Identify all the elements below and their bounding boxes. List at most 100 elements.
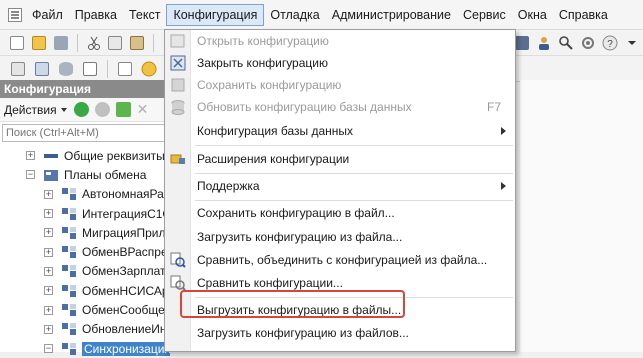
menu-help[interactable]: Справка bbox=[553, 4, 614, 26]
copy-item-icon[interactable] bbox=[115, 102, 131, 117]
new-document-icon[interactable] bbox=[9, 34, 25, 52]
menu-item-label: Сохранить конфигурацию bbox=[197, 78, 342, 92]
tree-item[interactable]: + ОбменНСИСАрх bbox=[0, 281, 170, 300]
menu-item-label: Загрузить конфигурацию из файлов... bbox=[197, 326, 409, 340]
tree-item[interactable]: + Общие реквизиты bbox=[0, 146, 170, 165]
tree-item-label: Планы обмена bbox=[64, 167, 147, 182]
menu-file[interactable]: Файл bbox=[26, 4, 69, 26]
menu-close-configuration[interactable]: Закрыть конфигурацию bbox=[165, 52, 515, 74]
tree-item-label: ОбменВРаспре bbox=[82, 245, 168, 260]
menu-support[interactable]: Поддержка bbox=[165, 175, 515, 197]
tree-item-label: ОбменНСИСАрх bbox=[82, 283, 170, 298]
highlight-annotation bbox=[180, 290, 405, 318]
menu-load-config-from-file[interactable]: Загрузить конфигурацию из файла... bbox=[165, 226, 515, 248]
copy-icon[interactable] bbox=[108, 34, 124, 52]
expand-icon[interactable]: + bbox=[44, 305, 53, 315]
expand-icon[interactable]: + bbox=[44, 324, 53, 334]
menu-db-configuration[interactable]: Конфигурация базы данных bbox=[165, 120, 515, 142]
save-icon[interactable] bbox=[53, 34, 69, 52]
panel-title: Конфигурация bbox=[0, 80, 169, 98]
menu-administration[interactable]: Администрирование bbox=[326, 4, 457, 26]
menu-item-label: Обновить конфигурацию базы данных bbox=[197, 100, 412, 114]
search-icon[interactable] bbox=[558, 34, 574, 52]
menu-open-configuration[interactable]: Открыть конфигурацию bbox=[165, 30, 515, 52]
chevron-down-icon[interactable] bbox=[60, 107, 67, 112]
tree-item[interactable]: + ИнтеграцияС1С bbox=[0, 204, 170, 223]
menu-edit[interactable]: Правка bbox=[69, 4, 123, 26]
expand-icon[interactable]: + bbox=[44, 189, 53, 199]
menu-item-label: Загрузить конфигурацию из файла... bbox=[197, 230, 403, 244]
tree-item[interactable]: + АвтономнаяРаб bbox=[0, 185, 170, 204]
tree-item[interactable]: + МиграцияПрило bbox=[0, 223, 170, 242]
menu-update-db-configuration[interactable]: Обновить конфигурацию базы данных F7 bbox=[165, 96, 515, 118]
exchange-plan-icon bbox=[61, 226, 77, 240]
menu-load-config-from-files[interactable]: Загрузить конфигурацию из файлов... bbox=[165, 322, 515, 344]
menu-save-configuration[interactable]: Сохранить конфигурацию bbox=[165, 74, 515, 96]
debug-icon[interactable] bbox=[140, 60, 158, 78]
submenu-arrow-icon bbox=[501, 182, 506, 190]
table-icon[interactable] bbox=[81, 60, 99, 78]
user-icon[interactable] bbox=[536, 34, 552, 52]
run-icon[interactable] bbox=[116, 60, 134, 78]
extensions-icon bbox=[170, 151, 186, 167]
menu-service[interactable]: Сервис bbox=[457, 4, 512, 26]
app-menu-icon[interactable] bbox=[8, 7, 22, 22]
menu-shortcut: F7 bbox=[487, 100, 502, 114]
config-tree: + Общие реквизиты − Планы обмена + Автон… bbox=[0, 146, 170, 358]
expand-icon[interactable]: + bbox=[44, 286, 53, 296]
settings-small-icon[interactable] bbox=[94, 102, 110, 117]
tree-item[interactable]: + ОбновлениеИн bbox=[0, 320, 170, 339]
open-folder-icon[interactable] bbox=[31, 34, 47, 52]
actions-dropdown[interactable]: Действия bbox=[4, 103, 57, 117]
tree-item-label: МиграцияПрило bbox=[82, 225, 170, 240]
menu-separator bbox=[195, 200, 513, 201]
workspace-area bbox=[520, 80, 643, 352]
exchange-plan-icon bbox=[61, 264, 77, 278]
tree-item[interactable]: − Планы обмена bbox=[0, 165, 170, 184]
menu-item-label: Сравнить конфигурации... bbox=[197, 276, 343, 290]
close-config-toolbar-icon[interactable] bbox=[33, 60, 51, 78]
tree-item-label: ОбновлениеИн bbox=[82, 322, 167, 337]
menu-save-config-to-file[interactable]: Сохранить конфигурацию в файл... bbox=[165, 202, 515, 224]
help-icon[interactable]: ? bbox=[602, 34, 618, 52]
toolbar-overflow-icon[interactable] bbox=[624, 34, 640, 52]
expand-icon[interactable]: + bbox=[44, 209, 53, 219]
update-database-icon bbox=[170, 99, 186, 115]
exchange-plan-icon bbox=[61, 245, 77, 259]
delete-icon[interactable]: ✕ bbox=[137, 101, 149, 118]
menu-configuration[interactable]: Конфигурация bbox=[166, 3, 265, 26]
paste-icon[interactable] bbox=[129, 34, 145, 52]
tree-item-selected[interactable]: − Синхронизация bbox=[0, 339, 170, 358]
tree-item[interactable]: + ОбменВРаспре bbox=[0, 242, 170, 261]
tree-icon[interactable] bbox=[9, 60, 27, 78]
expand-icon[interactable]: + bbox=[44, 266, 53, 276]
compare-merge-icon bbox=[170, 252, 186, 268]
database-icon[interactable] bbox=[57, 60, 75, 78]
menu-debug[interactable]: Отладка bbox=[264, 4, 325, 26]
compare-configurations-icon bbox=[170, 275, 186, 291]
tree-item-label: ИнтеграцияС1С bbox=[82, 206, 170, 221]
toolbar-right-icon-1[interactable] bbox=[514, 34, 530, 52]
expand-icon[interactable]: + bbox=[44, 247, 53, 257]
cut-icon[interactable] bbox=[86, 34, 102, 52]
attributes-icon bbox=[43, 149, 59, 163]
exchange-plan-icon bbox=[61, 303, 77, 317]
menu-separator bbox=[195, 173, 513, 174]
menubar: Файл Правка Текст Конфигурация Отладка А… bbox=[0, 0, 643, 30]
menu-configuration-extensions[interactable]: Расширения конфигурации bbox=[165, 148, 515, 170]
svg-text:?: ? bbox=[607, 39, 613, 50]
open-configuration-icon bbox=[170, 33, 186, 49]
menu-compare-merge-with-file[interactable]: Сравнить, объединить с конфигурацией из … bbox=[165, 249, 515, 271]
search-input[interactable] bbox=[2, 124, 166, 142]
expand-icon[interactable]: + bbox=[44, 228, 53, 238]
tree-item[interactable]: + ОбменЗарплата bbox=[0, 262, 170, 281]
menu-text[interactable]: Текст bbox=[123, 4, 166, 26]
tree-item-label: АвтономнаяРаб bbox=[82, 187, 170, 202]
add-icon[interactable] bbox=[73, 102, 89, 117]
collapse-icon[interactable]: − bbox=[26, 170, 35, 180]
settings-icon[interactable] bbox=[580, 34, 596, 52]
tree-item[interactable]: + ОбменСообщен bbox=[0, 300, 170, 319]
expand-icon[interactable]: + bbox=[26, 151, 35, 161]
configuration-panel: Конфигурация Действия ✕ + Общие реквизит… bbox=[0, 80, 170, 356]
menu-windows[interactable]: Окна bbox=[512, 4, 553, 26]
